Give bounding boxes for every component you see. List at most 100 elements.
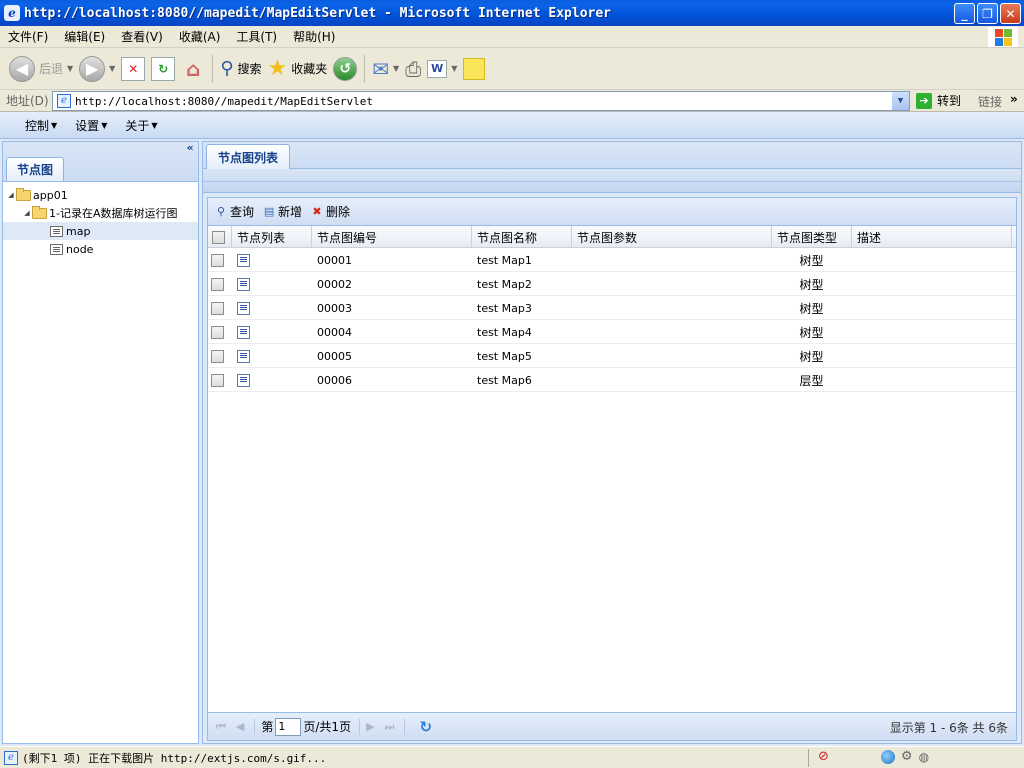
row-checkbox[interactable] <box>211 373 224 387</box>
popup-blocked-icon[interactable]: ⊘ <box>818 749 829 764</box>
last-page-icon[interactable]: ⏭ <box>385 720 395 734</box>
minimize-button[interactable]: _ <box>954 3 975 24</box>
table-row[interactable]: 00001 test Map1 树型 <box>208 248 1016 272</box>
refresh-icon[interactable]: ↻ <box>419 718 432 736</box>
mail-button[interactable]: ✉ ▼ <box>369 52 402 86</box>
menu-edit[interactable]: 编辑(E) <box>56 28 113 45</box>
menu-help[interactable]: 帮助(H) <box>285 28 343 45</box>
map-name-cell: test Map6 <box>477 373 532 387</box>
page-number-input[interactable]: 1 <box>275 717 302 736</box>
add-button[interactable]: ▤ 新增 <box>262 203 302 220</box>
home-button[interactable]: ⌂ <box>178 52 208 86</box>
map-params-cell <box>572 296 772 320</box>
expand-icon[interactable]: ◢ <box>22 209 32 217</box>
messenger-button[interactable] <box>460 52 488 86</box>
maximize-button[interactable]: ❐ <box>977 3 998 24</box>
map-type-cell: 层型 <box>799 373 824 388</box>
collapse-icon[interactable]: « <box>184 142 196 155</box>
address-input[interactable]: e http://localhost:8080//mapedit/MapEdit… <box>52 91 910 111</box>
map-name-cell: test Map1 <box>477 253 532 267</box>
description-cell <box>852 344 1012 368</box>
prev-page-icon[interactable]: ◀ <box>236 720 244 733</box>
home-icon: ⌂ <box>186 56 201 81</box>
column-header-description[interactable]: 描述 <box>852 226 1012 248</box>
search-button[interactable]: ⚲ 搜索 <box>217 52 264 86</box>
table-row[interactable]: 00002 test Map2 树型 <box>208 272 1016 296</box>
row-checkbox[interactable] <box>211 277 224 291</box>
column-header-map-id[interactable]: 节点图编号 <box>312 226 472 248</box>
tree-node-map[interactable]: map <box>3 222 198 240</box>
refresh-button[interactable]: ↻ <box>148 52 178 86</box>
table-row[interactable]: 00004 test Map4 树型 <box>208 320 1016 344</box>
expand-icon[interactable]: ◢ <box>6 191 16 199</box>
tree-node-node[interactable]: node <box>3 240 198 258</box>
query-button[interactable]: ⚲ 查询 <box>214 203 254 220</box>
menu-about-button[interactable]: 关于 ▼ <box>116 117 166 134</box>
table-row[interactable]: 00006 test Map6 层型 <box>208 368 1016 392</box>
edit-button[interactable]: W ▼ <box>424 52 460 86</box>
column-header-map-name[interactable]: 节点图名称 <box>472 226 572 248</box>
map-id-cell: 00003 <box>317 301 352 315</box>
next-page-icon[interactable]: ▶ <box>366 720 374 733</box>
tab-node-map[interactable]: 节点图 <box>6 157 64 181</box>
map-name-cell: test Map5 <box>477 349 532 363</box>
menu-control-button[interactable]: 控制 ▼ <box>16 117 66 134</box>
menu-file[interactable]: 文件(F) <box>0 28 56 45</box>
refresh-icon: ↻ <box>151 56 176 81</box>
document-icon[interactable] <box>237 373 250 387</box>
column-header-map-type[interactable]: 节点图类型 <box>772 226 852 248</box>
go-arrow-icon: ➔ <box>916 92 932 109</box>
node-list-cell <box>232 368 312 392</box>
tab-node-map-list[interactable]: 节点图列表 <box>206 144 290 169</box>
column-header-node-list[interactable]: 节点列表 <box>232 226 312 248</box>
column-header-map-params[interactable]: 节点图参数 <box>572 226 772 248</box>
back-button[interactable]: ◀ 后退 ▼ <box>6 52 76 86</box>
first-page-icon[interactable]: ⏮ <box>216 720 226 734</box>
select-all-checkbox[interactable] <box>212 230 225 244</box>
menu-favorites[interactable]: 收藏(A) <box>171 28 229 45</box>
mail-icon: ✉ <box>372 56 390 81</box>
row-checkbox[interactable] <box>211 325 224 339</box>
table-row[interactable]: 00005 test Map5 树型 <box>208 344 1016 368</box>
star-icon: ★ <box>267 56 288 81</box>
go-button[interactable]: ➔ 转到 <box>916 92 961 109</box>
app-viewport: 控制 ▼ 设置 ▼ 关于 ▼ « 节点图 ◢ app01 ◢ 1-记录在A数据库树运行… <box>0 112 1024 746</box>
chevron-down-icon: ▼ <box>451 64 458 73</box>
forward-button[interactable]: ▶ ▼ <box>76 52 118 86</box>
chevron-down-icon[interactable]: ▼ <box>892 92 909 110</box>
tree-node-runmap[interactable]: ◢ 1-记录在A数据库树运行图 <box>3 204 198 222</box>
map-type-cell: 树型 <box>799 325 824 340</box>
map-name-cell: test Map3 <box>477 301 532 315</box>
document-icon[interactable] <box>237 301 250 315</box>
chevron-down-icon: ▼ <box>393 64 400 73</box>
menu-settings-button[interactable]: 设置 ▼ <box>66 117 116 134</box>
document-icon[interactable] <box>237 277 250 291</box>
row-checkbox-cell <box>208 344 232 368</box>
table-row[interactable]: 00003 test Map3 树型 <box>208 296 1016 320</box>
close-button[interactable]: ✕ <box>1000 3 1021 24</box>
node-list-cell <box>232 248 312 272</box>
menu-view[interactable]: 查看(V) <box>113 28 171 45</box>
more-chevron-icon[interactable]: » <box>1010 92 1018 106</box>
stop-button[interactable]: ✕ <box>118 52 148 86</box>
list-panel: 节点图列表 ⚲ 查询 ▤ 新增 ✖ 删除 节点列表 节点图编号 节点图名称 节点… <box>202 141 1022 744</box>
favorites-button[interactable]: ★ 收藏夹 <box>265 52 331 86</box>
note-icon <box>463 57 486 80</box>
leaf-node-icon <box>50 243 63 255</box>
document-icon[interactable] <box>237 325 250 339</box>
history-button[interactable]: ↺ <box>330 52 360 86</box>
row-checkbox[interactable] <box>211 349 224 363</box>
map-id-cell: 00004 <box>317 325 352 339</box>
paging-info: 显示第 1 - 6条 共 6条 <box>889 721 1008 735</box>
row-checkbox[interactable] <box>211 301 224 315</box>
map-name-cell: test Map2 <box>477 277 532 291</box>
window-title: http://localhost:8080//mapedit/MapEditSe… <box>24 5 611 21</box>
document-icon[interactable] <box>237 253 250 267</box>
menu-tools[interactable]: 工具(T) <box>228 28 285 45</box>
print-button[interactable]: ⎙ <box>402 52 424 86</box>
document-icon[interactable] <box>237 349 250 363</box>
tree-node-app01[interactable]: ◢ app01 <box>3 186 198 204</box>
row-checkbox[interactable] <box>211 253 224 267</box>
delete-button[interactable]: ✖ 删除 <box>310 203 350 220</box>
links-button[interactable]: 链接 <box>978 93 1002 110</box>
